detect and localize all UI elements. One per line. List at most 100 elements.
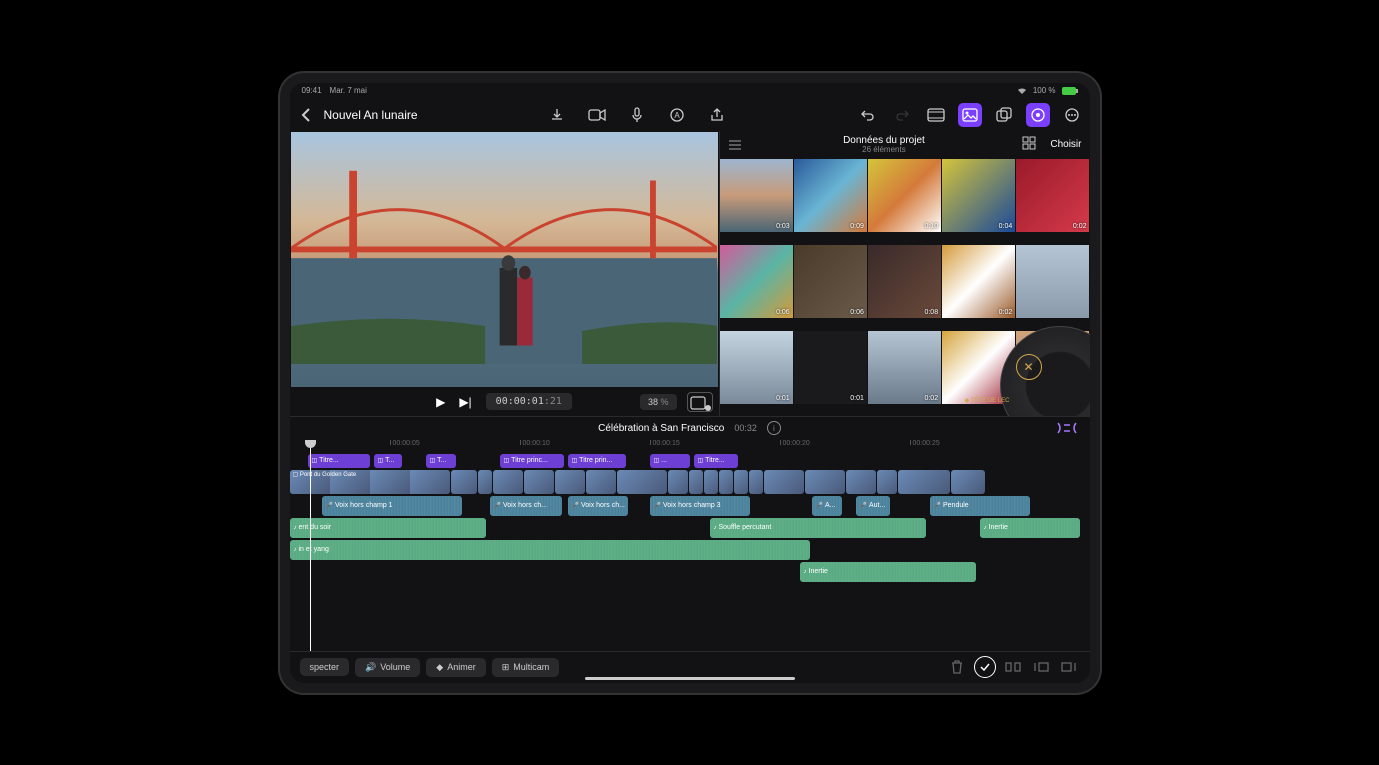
grid-view-icon[interactable] xyxy=(1022,136,1040,154)
video-clip[interactable] xyxy=(898,470,950,494)
multicam-button[interactable]: ⊞ Multicam xyxy=(492,658,560,677)
clip-thumbnail[interactable]: 0:03 xyxy=(720,159,793,232)
ruler-mark: 00:00:25 xyxy=(910,440,940,447)
title-clip[interactable]: ◫Titre... xyxy=(694,454,738,468)
timeline-ruler[interactable]: 00:00:0500:00:1000:00:1500:00:2000:00:25 xyxy=(290,440,1090,454)
trim-right-icon[interactable] xyxy=(1058,656,1080,678)
trim-left-icon[interactable] xyxy=(1030,656,1052,678)
text-icon[interactable]: A xyxy=(665,103,689,127)
wifi-icon xyxy=(1017,87,1027,95)
video-clip[interactable] xyxy=(877,470,897,494)
title-clip[interactable]: ◫T... xyxy=(374,454,402,468)
clip-thumbnail[interactable]: 0:06 xyxy=(794,245,867,318)
title-clip[interactable]: ◫T... xyxy=(426,454,456,468)
music-clip[interactable]: ♪Inertie xyxy=(800,562,976,582)
video-clip[interactable] xyxy=(451,470,477,494)
undo-icon[interactable] xyxy=(856,103,880,127)
trash-icon[interactable] xyxy=(946,656,968,678)
view-mode-button[interactable] xyxy=(687,392,713,412)
clip-thumbnail[interactable]: 0:02 xyxy=(942,245,1015,318)
timecode-display[interactable]: 00:00:01:21 xyxy=(486,393,572,410)
choose-button[interactable]: Choisir xyxy=(1050,139,1081,150)
clip-thumbnail[interactable]: 0:01 xyxy=(794,331,867,404)
clip-grid: 0:030:090:100:040:020:060:060:080:020:01… xyxy=(720,159,1090,416)
clip-thumbnail[interactable]: 0:02 xyxy=(1016,159,1089,232)
redo-icon[interactable] xyxy=(890,103,914,127)
volume-button[interactable]: 🔊 Volume xyxy=(355,658,420,677)
animate-button[interactable]: ◆ Animer xyxy=(426,658,485,677)
play-button[interactable]: ▶ xyxy=(436,395,445,409)
music-clip[interactable]: ♪Inertie xyxy=(980,518,1080,538)
camera-icon[interactable] xyxy=(585,103,609,127)
next-frame-button[interactable]: ▶| xyxy=(459,395,471,409)
status-date: Mar. 7 mai xyxy=(330,86,367,95)
back-button[interactable] xyxy=(296,105,316,125)
playhead[interactable] xyxy=(310,440,311,651)
video-clip[interactable] xyxy=(764,470,804,494)
title-clip[interactable]: ◫... xyxy=(650,454,690,468)
jog-close-button[interactable]: ✕ xyxy=(1016,354,1042,380)
audio-clip[interactable]: 🎤A... xyxy=(812,496,842,516)
overlay-icon[interactable] xyxy=(992,103,1016,127)
video-clip[interactable] xyxy=(555,470,585,494)
video-clip[interactable] xyxy=(719,470,733,494)
audio-clip[interactable]: 🎤Aut... xyxy=(856,496,890,516)
split-icon[interactable] xyxy=(1002,656,1024,678)
music-clip[interactable]: ♪Souffle percutant xyxy=(710,518,926,538)
clip-thumbnail[interactable]: 0:02 xyxy=(868,331,941,404)
more-icon[interactable] xyxy=(1060,103,1084,127)
video-clip[interactable] xyxy=(689,470,703,494)
video-clip[interactable] xyxy=(668,470,688,494)
clip-thumbnail[interactable]: 0:01 xyxy=(720,331,793,404)
import-icon[interactable] xyxy=(545,103,569,127)
playback-controls: ▶ ▶| 00:00:01:21 38 % xyxy=(290,388,719,416)
title-clip[interactable]: ◫Titre prin... xyxy=(568,454,626,468)
viewer-canvas[interactable] xyxy=(291,132,718,387)
filmstrip-icon[interactable] xyxy=(924,103,948,127)
media-browser: Données du projet 26 éléments Choisir 0:… xyxy=(720,131,1090,416)
clip-thumbnail[interactable]: 0:10 xyxy=(868,159,941,232)
video-clip[interactable] xyxy=(478,470,492,494)
video-clip[interactable] xyxy=(951,470,985,494)
video-clip[interactable] xyxy=(524,470,554,494)
home-indicator[interactable] xyxy=(585,677,795,680)
timeline-duration: 00:32 xyxy=(734,423,757,433)
timeline[interactable]: 00:00:0500:00:1000:00:1500:00:2000:00:25… xyxy=(290,440,1090,651)
magnetic-timeline-icon[interactable] xyxy=(1056,421,1078,435)
battery-pct: 100 % xyxy=(1033,86,1056,95)
video-clip[interactable] xyxy=(704,470,718,494)
video-clip[interactable] xyxy=(734,470,748,494)
share-icon[interactable] xyxy=(705,103,729,127)
audio-clip[interactable]: 🎤Voix hors ch... xyxy=(568,496,628,516)
music-clip[interactable]: ♪ent du soir xyxy=(290,518,486,538)
info-button[interactable]: i xyxy=(767,421,781,435)
ruler-mark: 00:00:20 xyxy=(780,440,810,447)
video-clip[interactable] xyxy=(846,470,876,494)
clip-thumbnail[interactable]: 0:06 xyxy=(720,245,793,318)
title-clip[interactable]: ◫Titre princ... xyxy=(500,454,564,468)
media-browser-icon[interactable] xyxy=(958,103,982,127)
clip-thumbnail[interactable]: 0:09 xyxy=(794,159,867,232)
video-clip[interactable]: ▢ Pont du Golden Gate xyxy=(290,470,450,494)
video-clip[interactable] xyxy=(617,470,667,494)
audio-clip[interactable]: 🎤Pendule xyxy=(930,496,1030,516)
video-clip[interactable] xyxy=(493,470,523,494)
zoom-level[interactable]: 38 % xyxy=(640,394,677,410)
sidebar-toggle-icon[interactable] xyxy=(728,139,746,151)
mic-icon[interactable] xyxy=(625,103,649,127)
battery-icon xyxy=(1062,87,1078,95)
audio-clip[interactable]: 🎤Voix hors ch... xyxy=(490,496,562,516)
title-clip[interactable]: ◫Titre... xyxy=(308,454,370,468)
clip-thumbnail[interactable]: 0:08 xyxy=(868,245,941,318)
audio-clip[interactable]: 🎤Voix hors champ 1 xyxy=(322,496,462,516)
enable-clip-icon[interactable] xyxy=(974,656,996,678)
video-clip[interactable] xyxy=(749,470,763,494)
audio-clip[interactable]: 🎤Voix hors champ 3 xyxy=(650,496,750,516)
jog-icon[interactable] xyxy=(1026,103,1050,127)
music-clip[interactable]: ♪in et yang xyxy=(290,540,810,560)
clip-thumbnail[interactable] xyxy=(1016,245,1089,318)
clip-thumbnail[interactable]: 0:04 xyxy=(942,159,1015,232)
video-clip[interactable] xyxy=(805,470,845,494)
video-clip[interactable] xyxy=(586,470,616,494)
inspect-button[interactable]: specter xyxy=(300,658,350,676)
